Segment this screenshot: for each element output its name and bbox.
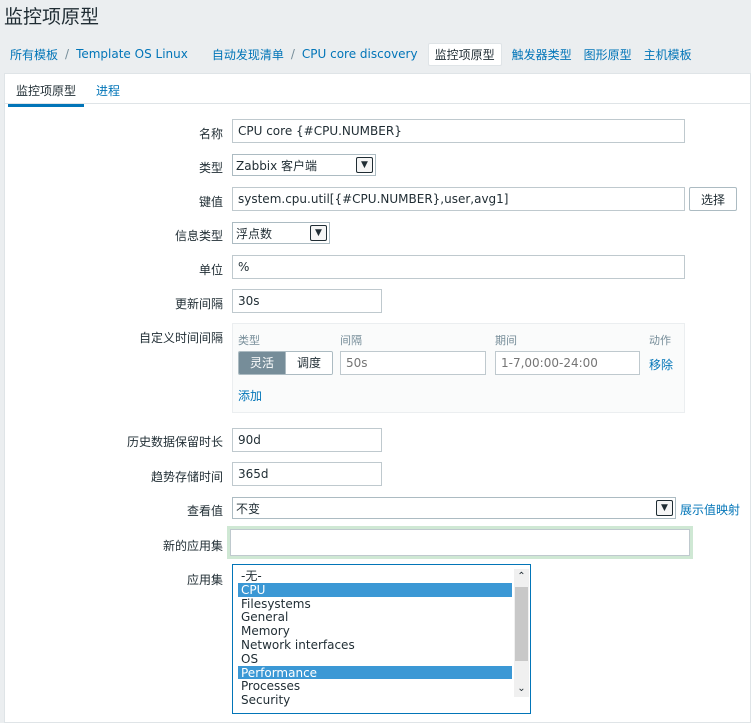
name-input[interactable]: [232, 119, 685, 143]
trends-input[interactable]: [232, 462, 382, 486]
info-type-value: 浮点数: [236, 226, 273, 241]
update-interval-label: 更新间隔: [174, 297, 223, 311]
key-select-button[interactable]: 选择: [689, 187, 737, 211]
valuemap-select[interactable]: 不变 ▼: [232, 497, 676, 519]
scrollbar-thumb[interactable]: [515, 587, 528, 661]
units-label: 单位: [198, 263, 223, 277]
nav-template[interactable]: Template OS Linux: [70, 47, 194, 61]
form-card: 监控项原型 进程 名称 类型 Zabbix 客户端 ▼ 键值 选择 信息类型 浮…: [4, 73, 751, 723]
remove-interval-link[interactable]: 移除: [649, 356, 673, 373]
update-interval-input[interactable]: [232, 289, 382, 313]
history-label: 历史数据保留时长: [126, 435, 223, 449]
trends-label: 趋势存储时间: [150, 470, 223, 484]
custom-intervals-label: 自定义时间间隔: [138, 331, 223, 345]
show-value-mappings-link[interactable]: 展示值映射: [680, 501, 740, 518]
add-interval-link[interactable]: 添加: [238, 387, 262, 404]
application-option[interactable]: Processes: [238, 679, 512, 693]
nav-all-templates[interactable]: 所有模板: [4, 46, 64, 63]
chevron-down-icon[interactable]: ⌄: [514, 681, 529, 697]
history-input[interactable]: [232, 428, 382, 452]
application-option[interactable]: CPU: [238, 582, 512, 597]
application-option[interactable]: Security: [238, 693, 512, 707]
application-option[interactable]: -无-: [238, 569, 512, 583]
nav-discovery-rule[interactable]: CPU core discovery: [296, 47, 424, 61]
nav-host-prototypes[interactable]: 主机模板: [638, 46, 698, 63]
scheduling-option[interactable]: 调度: [285, 352, 333, 374]
chevron-down-icon: ▼: [656, 500, 673, 516]
applications-options: -无- CPU Filesystems General Memory Network in…: [238, 569, 530, 707]
breadcrumb: 所有模板 / Template OS Linux 自动发现清单 / CPU co…: [4, 40, 751, 68]
info-type-select[interactable]: 浮点数 ▼: [232, 222, 330, 244]
nav-graph-prototypes[interactable]: 图形原型: [578, 46, 638, 63]
interval-input[interactable]: [340, 351, 486, 375]
page-title: 监控项原型: [4, 6, 100, 28]
listbox-scrollbar[interactable]: ⌃ ⌄: [514, 569, 529, 697]
units-input[interactable]: [232, 255, 685, 279]
new-app-label: 新的应用集: [162, 539, 223, 553]
chevron-up-icon[interactable]: ⌃: [514, 569, 529, 585]
nav-trigger-prototypes[interactable]: 触发器类型: [506, 46, 578, 63]
custom-intervals-table: 类型 间隔 期间 动作 灵活 调度 移除 添加: [232, 323, 685, 413]
type-label: 类型: [198, 161, 223, 175]
info-type-label: 信息类型: [174, 229, 223, 243]
col-action-header: 动作: [649, 334, 671, 347]
new-application-input[interactable]: [227, 526, 693, 559]
type-select-value: Zabbix 客户端: [236, 158, 318, 173]
col-type-header: 类型: [238, 334, 260, 347]
period-input[interactable]: [495, 351, 640, 375]
application-option[interactable]: Memory: [238, 624, 512, 638]
tab-bar: 监控项原型 进程: [5, 74, 750, 107]
application-option[interactable]: OS: [238, 652, 512, 666]
tab-process[interactable]: 进程: [96, 82, 120, 99]
applications-listbox[interactable]: -无- CPU Filesystems General Memory Network in…: [232, 564, 531, 714]
application-option[interactable]: Performance: [238, 665, 512, 679]
apps-label: 应用集: [186, 573, 223, 587]
valuemap-label: 查看值: [186, 504, 223, 518]
type-select[interactable]: Zabbix 客户端 ▼: [232, 154, 376, 176]
col-interval-header: 间隔: [340, 334, 362, 347]
col-period-header: 期间: [495, 334, 517, 347]
chevron-down-icon: ▼: [310, 225, 327, 241]
nav-item-prototypes[interactable]: 监控项原型: [427, 42, 502, 66]
valuemap-value: 不变: [236, 501, 261, 516]
application-option[interactable]: Filesystems: [238, 597, 512, 611]
name-label: 名称: [198, 127, 223, 141]
key-input[interactable]: [232, 187, 685, 211]
nav-discovery-list[interactable]: 自动发现清单: [206, 46, 290, 63]
application-option[interactable]: General: [238, 610, 512, 624]
application-option[interactable]: Network interfaces: [238, 638, 512, 652]
interval-type-toggle: 灵活 调度: [238, 351, 334, 375]
chevron-down-icon: ▼: [356, 157, 373, 173]
flexible-option[interactable]: 灵活: [239, 352, 286, 374]
tab-item-prototype[interactable]: 监控项原型: [7, 82, 85, 107]
key-label: 键值: [198, 195, 223, 209]
